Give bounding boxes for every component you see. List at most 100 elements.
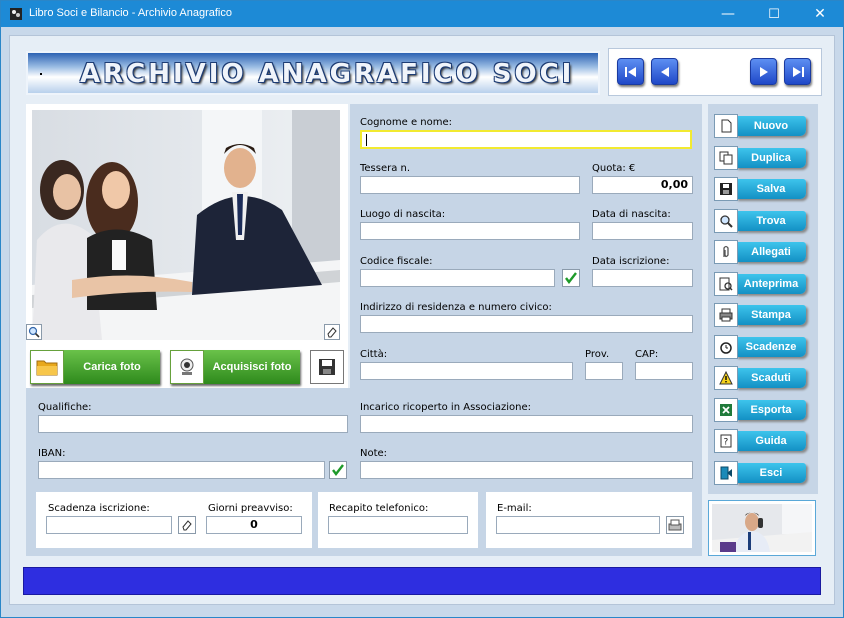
salva-label: Salva <box>736 179 806 199</box>
cap-label: CAP: <box>635 349 659 360</box>
first-icon <box>624 66 636 77</box>
checkmark-icon <box>332 464 344 476</box>
printer-icon <box>714 303 738 327</box>
recapito-label: Recapito telefonico: <box>329 503 429 514</box>
scaduti-label: Scaduti <box>736 368 806 388</box>
codice-fiscale-input[interactable] <box>360 269 555 287</box>
zoom-photo-button[interactable] <box>26 324 42 340</box>
nuovo-button[interactable]: Nuovo <box>714 114 806 138</box>
title-bar: Libro Soci e Bilancio - Archivio Anagraf… <box>1 1 843 27</box>
recapito-panel: Recapito telefonico: <box>318 492 478 548</box>
copy-icon <box>714 146 738 170</box>
data-nascita-input[interactable] <box>592 222 693 240</box>
data-iscrizione-label: Data iscrizione: <box>592 256 670 267</box>
cognome-label: Cognome e nome: <box>360 117 453 128</box>
next-record-button[interactable] <box>750 58 777 85</box>
help-icon: ? <box>714 429 738 453</box>
scadenza-label: Scadenza iscrizione: <box>48 503 150 514</box>
citta-label: Città: <box>360 349 388 360</box>
previous-icon <box>660 66 669 77</box>
prov-label: Prov. <box>585 349 610 360</box>
svg-text:?: ? <box>724 438 729 448</box>
verify-iban-button[interactable] <box>329 461 347 479</box>
photo-panel: Carica foto Acquisisci foto <box>26 104 348 388</box>
qualifiche-panel: Qualifiche: IBAN: <box>26 388 350 484</box>
save-photo-button[interactable] <box>310 350 344 384</box>
esporta-label: Esporta <box>736 400 806 420</box>
banner-title: ARCHIVIO ANAGRAFICO SOCI <box>80 59 575 89</box>
side-toolbar: Nuovo Duplica Salva Trova Allegati Anteprima S… <box>708 104 818 494</box>
tessera-label: Tessera n. <box>360 163 411 174</box>
last-icon <box>792 66 804 77</box>
cognome-input[interactable] <box>360 130 692 149</box>
scadenza-input[interactable] <box>46 516 172 534</box>
codice-fiscale-label: Codice fiscale: <box>360 256 433 267</box>
trova-label: Trova <box>736 211 806 231</box>
giorni-input[interactable]: 0 <box>206 516 302 534</box>
support-image-panel <box>708 500 816 556</box>
allegati-button[interactable]: Allegati <box>714 240 806 264</box>
stampa-button[interactable]: Stampa <box>714 303 806 327</box>
cap-input[interactable] <box>635 362 693 380</box>
app-icon <box>10 8 22 20</box>
window-title: Libro Soci e Bilancio - Archivio Anagraf… <box>29 7 232 19</box>
close-button[interactable]: ✕ <box>797 1 843 27</box>
note-input[interactable] <box>360 461 693 479</box>
email-input[interactable] <box>496 516 660 534</box>
main-area: ARCHIVIO ANAGRAFICO SOCI Carica foto Acq… <box>9 35 835 605</box>
luogo-nascita-input[interactable] <box>360 222 580 240</box>
salva-button[interactable]: Salva <box>714 177 806 201</box>
trova-button[interactable]: Trova <box>714 209 806 233</box>
eraser-icon <box>182 520 192 531</box>
duplica-button[interactable]: Duplica <box>714 146 806 170</box>
nuovo-label: Nuovo <box>736 116 806 136</box>
send-email-button[interactable] <box>666 516 684 534</box>
esci-button[interactable]: Esci <box>714 461 806 485</box>
anteprima-button[interactable]: Anteprima <box>714 272 806 296</box>
minimize-button[interactable]: — <box>705 1 751 27</box>
scaduti-button[interactable]: Scaduti <box>714 366 806 390</box>
floppy-icon <box>319 359 335 375</box>
guida-button[interactable]: Guida? <box>714 429 806 453</box>
clear-scadenza-button[interactable] <box>178 516 196 534</box>
webcam-icon <box>170 350 204 384</box>
previous-record-button[interactable] <box>651 58 678 85</box>
maximize-button[interactable]: ☐ <box>751 1 797 27</box>
eraser-icon <box>327 327 337 338</box>
carica-foto-button[interactable]: Carica foto <box>30 350 160 384</box>
iban-label: IBAN: <box>38 448 66 459</box>
anteprima-label: Anteprima <box>736 274 806 294</box>
preview-icon <box>714 272 738 296</box>
indirizzo-input[interactable] <box>360 315 693 333</box>
esporta-button[interactable]: Esporta <box>714 398 806 422</box>
clear-photo-button[interactable] <box>324 324 340 340</box>
tessera-input[interactable] <box>360 176 580 194</box>
phone-support-image <box>712 504 812 552</box>
prov-input[interactable] <box>585 362 623 380</box>
iban-input[interactable] <box>38 461 325 479</box>
excel-icon <box>714 398 738 422</box>
last-record-button[interactable] <box>784 58 811 85</box>
incarico-label: Incarico ricoperto in Associazione: <box>360 402 532 413</box>
qualifiche-input[interactable] <box>38 415 348 433</box>
bottom-strip: Scadenza iscrizione: Giorni preavviso: 0… <box>26 484 702 556</box>
recapito-input[interactable] <box>328 516 468 534</box>
citta-input[interactable] <box>360 362 573 380</box>
verify-codice-fiscale-button[interactable] <box>562 269 580 287</box>
data-iscrizione-input[interactable] <box>592 269 693 287</box>
acquisisci-foto-button[interactable]: Acquisisci foto <box>170 350 300 384</box>
app-window: Libro Soci e Bilancio - Archivio Anagraf… <box>0 0 844 618</box>
status-bar <box>23 567 821 595</box>
guida-label: Guida <box>736 431 806 451</box>
esci-label: Esci <box>736 463 806 483</box>
first-record-button[interactable] <box>617 58 644 85</box>
incarico-input[interactable] <box>360 415 693 433</box>
quota-input[interactable]: 0,00 <box>592 176 693 194</box>
qualifiche-label: Qualifiche: <box>38 402 92 413</box>
zoom-icon <box>28 326 40 338</box>
record-navigation <box>608 48 822 96</box>
scadenze-button[interactable]: Scadenze <box>714 335 806 359</box>
note-label: Note: <box>360 448 388 459</box>
warning-icon <box>714 366 738 390</box>
member-photo <box>32 110 340 340</box>
